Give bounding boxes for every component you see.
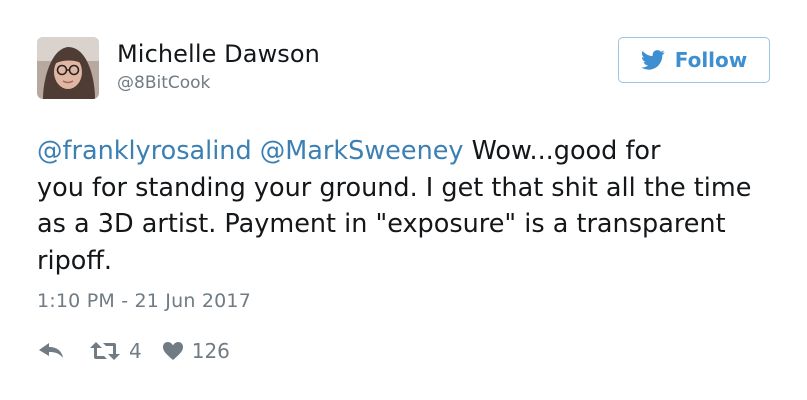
like-button[interactable]: 126 [162,339,230,363]
reply-icon [39,343,63,358]
retweet-icon [90,342,120,360]
tweet-text-first: Wow...good for [463,136,661,166]
tweet-text-rest: you for standing your ground. I get that… [37,172,752,276]
tweet-card: Michelle Dawson @8BitCook Follow @frankl… [0,0,807,400]
author-name[interactable]: Michelle Dawson [117,40,320,68]
reply-button[interactable] [37,341,65,361]
heart-icon [162,342,183,360]
mention-link[interactable]: @franklyrosalind [37,136,252,166]
retweet-button[interactable]: 4 [89,339,142,363]
like-count: 126 [191,339,230,363]
tweet-actions: 4 126 [37,336,230,366]
tweet-text: @franklyrosalind @MarkSweeney Wow...good… [37,133,777,279]
follow-button[interactable]: Follow [618,37,770,83]
tweet-timestamp[interactable]: 1:10 PM - 21 Jun 2017 [37,290,251,312]
avatar[interactable] [37,37,99,99]
follow-label: Follow [674,48,748,72]
author-handle[interactable]: @8BitCook [117,73,210,93]
retweet-count: 4 [129,339,142,363]
mention-link[interactable]: @MarkSweeney [260,136,464,166]
twitter-bird-icon [640,50,665,70]
